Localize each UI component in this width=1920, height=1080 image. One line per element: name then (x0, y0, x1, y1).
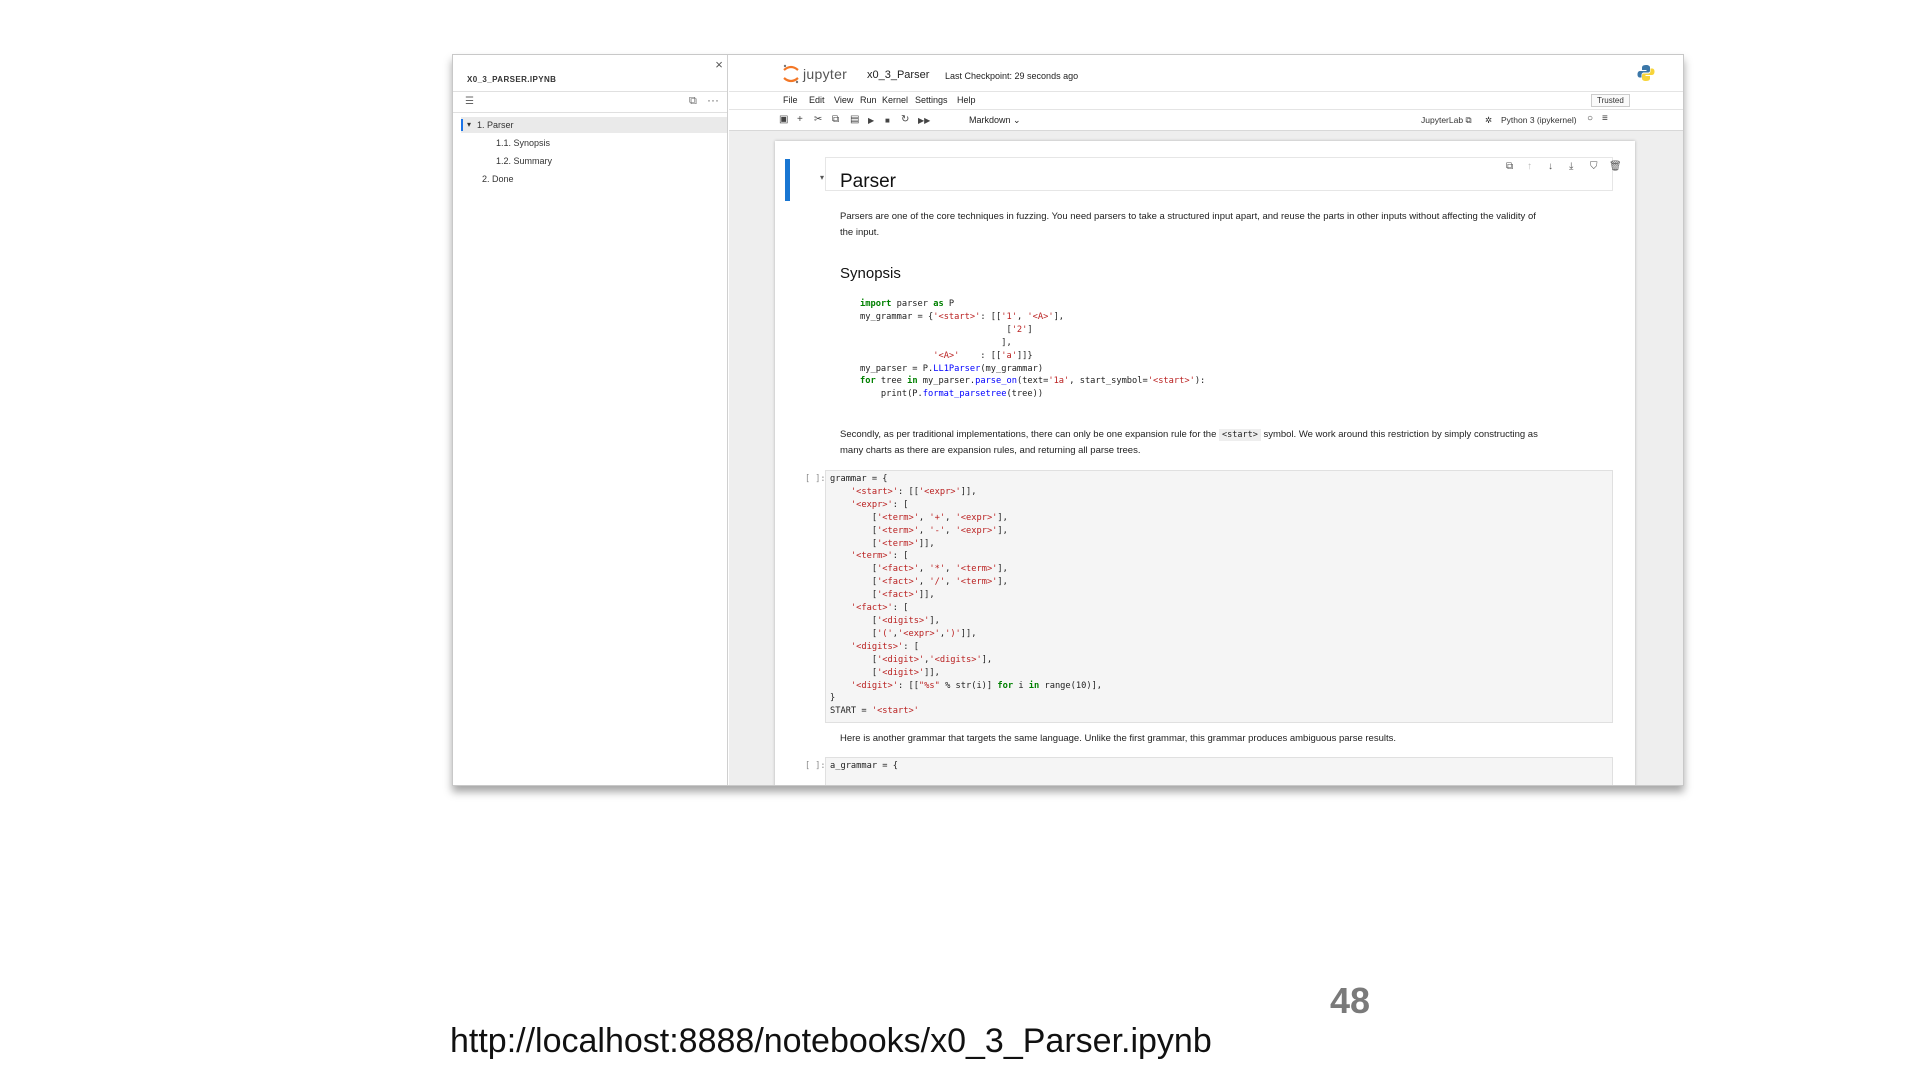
cell-prompt: [ ]: (805, 474, 826, 484)
python-logo-icon (1637, 65, 1655, 81)
notebook-name[interactable]: x0_3_Parser (867, 69, 929, 81)
chevron-down-icon[interactable]: ▾ (467, 117, 471, 133)
cut-icon[interactable]: ✂ (814, 114, 822, 125)
insert-below-icon[interactable]: ⤓ (1569, 161, 1573, 172)
move-up-icon[interactable]: ↑ (1527, 161, 1532, 172)
external-link-icon: ⧉ (1465, 115, 1472, 125)
toc-item-label: 1. Parser (477, 120, 514, 130)
notebook-toolbar: ▣ + ✂ ⧉ ▤ ▶ ■ ↻ ▶▶ Markdown ⌄ JupyterLab… (729, 109, 1683, 131)
intro-line: the input. (840, 227, 880, 238)
save-icon[interactable]: ▣ (779, 114, 788, 125)
jupyterlab-link[interactable]: JupyterLab ⧉ (1421, 115, 1472, 126)
menu-bar: File Edit View Run Kernel Settings Help … (729, 91, 1683, 109)
cell-toolbar: ⧉ ↑ ↓ ⤓ ⛉ 🗑 (825, 157, 1622, 191)
cell-prompt: [ ]: (805, 761, 826, 771)
intro-paragraph: Parsers are one of the core techniques i… (840, 209, 1620, 241)
chevron-down-icon: ⌄ (1013, 115, 1021, 125)
toc-active-marker (461, 119, 463, 131)
third-paragraph: Here is another grammar that targets the… (840, 733, 1397, 744)
page-number: 48 (1330, 980, 1371, 1021)
collapse-heading-icon[interactable]: ▾ (820, 173, 824, 182)
menu-kernel[interactable]: Kernel (882, 95, 908, 105)
notebook-main: jupyter x0_3_Parser Last Checkpoint: 29 … (729, 55, 1683, 785)
menu-file[interactable]: File (783, 95, 798, 105)
code-cell-grammar[interactable]: grammar = { '<start>': [['<expr>']], '<e… (825, 470, 1613, 723)
checkpoint-status: Last Checkpoint: 29 seconds ago (945, 71, 1079, 81)
slide: × X0_3_PARSER.IPYNB ☰ ⧉ ··· ▾ 1. Parser … (0, 0, 1920, 1080)
toc-file-title: X0_3_PARSER.IPYNB (467, 75, 557, 84)
toc-panel: × X0_3_PARSER.IPYNB ☰ ⧉ ··· ▾ 1. Parser … (453, 55, 728, 785)
cell-type-value: Markdown (969, 115, 1011, 125)
paste-icon[interactable]: ▤ (850, 114, 859, 125)
toc-item-done[interactable]: 2. Done (482, 171, 514, 187)
a-grammar-code: a_grammar = { (830, 761, 898, 771)
debug-icon[interactable]: ✲ (1485, 115, 1492, 126)
toc-item-summary[interactable]: 1.2. Summary (496, 153, 552, 169)
jupyter-logo-icon (783, 64, 799, 84)
menu-run[interactable]: Run (860, 95, 877, 105)
toc-item-synopsis[interactable]: 1.1. Synopsis (496, 135, 550, 151)
duplicate-icon[interactable]: ⧉ (1506, 161, 1513, 172)
notebook-page: ▾ ⧉ ↑ ↓ ⤓ ⛉ 🗑 Parser Parsers are one of … (775, 141, 1635, 785)
collapse-all-icon[interactable]: ⧉ (689, 95, 697, 108)
code-cell-a-grammar[interactable]: a_grammar = { (825, 757, 1613, 785)
heading-parser: Parser (840, 171, 896, 192)
close-icon[interactable]: × (711, 57, 727, 72)
second-para-text: Secondly, as per traditional implementat… (840, 429, 1217, 440)
menu-help[interactable]: Help (957, 95, 976, 105)
second-para-text: symbol. We work around this restriction … (1263, 429, 1538, 440)
notebook-url: http://localhost:8888/notebooks/x0_3_Par… (450, 1022, 1212, 1060)
inline-code-start: <start> (1219, 429, 1261, 441)
active-cell-indicator (785, 159, 790, 201)
browser-screenshot: × X0_3_PARSER.IPYNB ☰ ⧉ ··· ▾ 1. Parser … (452, 54, 1684, 786)
notebook-scroll-area[interactable]: ▾ ⧉ ↑ ↓ ⤓ ⛉ 🗑 Parser Parsers are one of … (729, 131, 1683, 785)
kernel-name[interactable]: Python 3 (ipykernel) (1501, 115, 1577, 125)
more-icon[interactable]: ··· (707, 93, 719, 107)
menu-settings[interactable]: Settings (915, 95, 948, 105)
trusted-badge[interactable]: Trusted (1591, 94, 1630, 107)
second-paragraph: Secondly, as per traditional implementat… (840, 427, 1620, 459)
format-icon[interactable]: ⛉ (1590, 161, 1598, 172)
run-icon[interactable]: ▶ (868, 116, 874, 125)
toc-item-parser[interactable]: ▾ 1. Parser (461, 117, 727, 133)
second-para-line: many charts as there are expansion rules… (840, 445, 1141, 456)
stop-icon[interactable]: ■ (885, 116, 890, 125)
menu-view[interactable]: View (834, 95, 853, 105)
list-icon[interactable]: ☰ (465, 96, 474, 107)
cell-type-select[interactable]: Markdown ⌄ (969, 115, 1021, 126)
kernel-status-icon: ○ (1587, 113, 1594, 124)
toc-toolbar: ☰ ⧉ ··· (453, 91, 727, 113)
fast-forward-icon[interactable]: ▶▶ (918, 116, 930, 125)
menu-lines-icon[interactable]: ≡ (1602, 113, 1608, 124)
move-down-icon[interactable]: ↓ (1548, 161, 1553, 172)
add-icon[interactable]: + (797, 114, 803, 125)
synopsis-code: import parser as P my_grammar = {'<start… (860, 299, 1206, 400)
copy-icon[interactable]: ⧉ (832, 114, 839, 125)
delete-icon[interactable]: 🗑 (1609, 161, 1622, 172)
intro-line: Parsers are one of the core techniques i… (840, 211, 1536, 222)
restart-icon[interactable]: ↻ (901, 114, 909, 125)
menu-edit[interactable]: Edit (809, 95, 825, 105)
jupyter-wordmark: jupyter (803, 66, 848, 82)
jupyterlab-label: JupyterLab (1421, 115, 1464, 125)
heading-synopsis: Synopsis (840, 265, 901, 282)
notebook-header: jupyter x0_3_Parser Last Checkpoint: 29 … (729, 55, 1683, 91)
grammar-code: grammar = { '<start>': [['<expr>']], '<e… (830, 474, 1103, 717)
